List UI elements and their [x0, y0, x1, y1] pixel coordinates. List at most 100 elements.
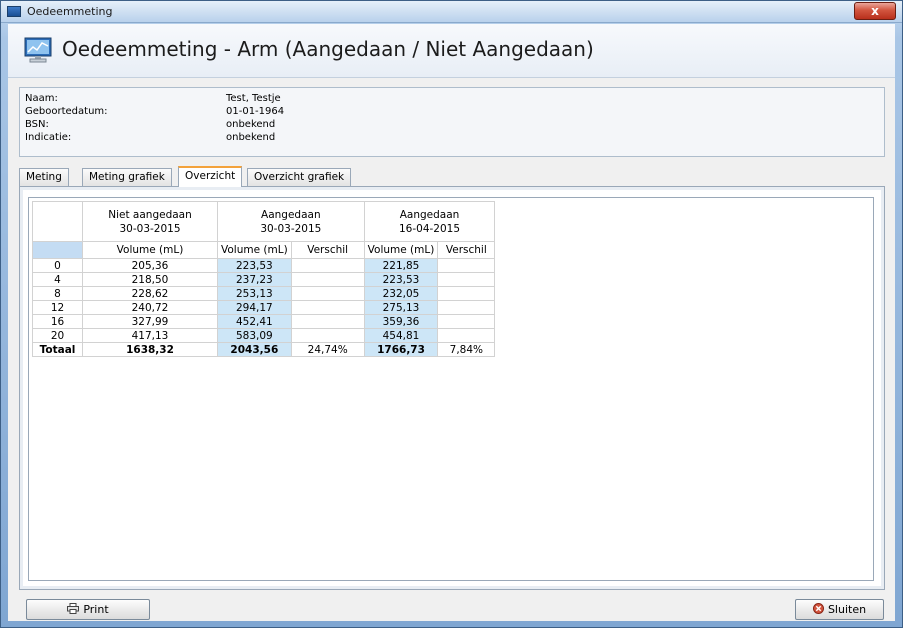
table-cell: 221,85: [363, 258, 439, 273]
table-cell: 359,36: [363, 314, 439, 329]
group-header-aangedaan-1: Aangedaan 30-03-2015: [217, 201, 365, 242]
table-total-row: Totaal 1638,32 2043,56 24,74% 1766,73 7,…: [32, 342, 496, 357]
table-group-header-row: Niet aangedaan 30-03-2015 Aangedaan 30-0…: [32, 201, 496, 242]
window-title: Oedeemmeting: [27, 5, 113, 18]
table-cell: 205,36: [82, 258, 218, 273]
group-header-title: Aangedaan: [399, 208, 460, 221]
tab-panel-overzicht: Niet aangedaan 30-03-2015 Aangedaan 30-0…: [19, 186, 885, 590]
table-row: 0 205,36 223,53 221,85: [32, 258, 496, 273]
dialog-client-area: Oedeemmeting - Arm (Aangedaan / Niet Aan…: [8, 24, 895, 621]
printer-icon: [67, 600, 80, 619]
group-header-date: 30-03-2015: [119, 222, 181, 235]
patient-indication-label: Indicatie:: [25, 132, 72, 143]
tab-control: Meting Meting grafiek Overzicht Overzich…: [19, 166, 885, 590]
overview-grid-container[interactable]: Niet aangedaan 30-03-2015 Aangedaan 30-0…: [28, 197, 874, 581]
table-cell: 583,09: [217, 328, 292, 343]
table-cell: [437, 258, 496, 273]
print-button[interactable]: Print: [26, 599, 150, 620]
close-button-label: Sluiten: [827, 603, 867, 616]
table-cell: 218,50: [82, 272, 218, 287]
table-cell: 454,81: [363, 328, 439, 343]
row-label: 4: [32, 272, 83, 287]
column-header: Verschil: [437, 241, 496, 259]
table-cell: 223,53: [363, 272, 439, 287]
group-header-title: Aangedaan: [261, 208, 321, 221]
table-cell: [290, 300, 365, 315]
print-button-label: Print: [83, 603, 109, 616]
column-header: Volume (mL): [217, 241, 292, 259]
patient-indication-value: onbekend: [226, 132, 276, 143]
monitor-chart-icon: [24, 37, 52, 63]
tab-overzicht-grafiek[interactable]: Overzicht grafiek: [247, 168, 352, 186]
page-title: Oedeemmeting - Arm (Aangedaan / Niet Aan…: [62, 37, 594, 61]
table-row: 12 240,72 294,17 275,13: [32, 300, 496, 315]
total-difference: 7,84%: [437, 342, 496, 357]
tab-overzicht[interactable]: Overzicht: [178, 166, 243, 187]
table-cell: 294,17: [217, 300, 292, 315]
table-cell: 237,23: [217, 272, 292, 287]
table-cell: 228,62: [82, 286, 218, 301]
row-label: 20: [32, 328, 83, 343]
table-cell: [437, 300, 496, 315]
group-header-niet-aangedaan: Niet aangedaan 30-03-2015: [82, 201, 218, 242]
overview-table: Niet aangedaan 30-03-2015 Aangedaan 30-0…: [32, 201, 496, 357]
table-cell: [437, 286, 496, 301]
patient-bsn-value: onbekend: [226, 119, 276, 130]
table-cell: [290, 314, 365, 329]
title-bar[interactable]: Oedeemmeting x: [1, 1, 902, 23]
column-header: Verschil: [290, 241, 365, 259]
table-cell: [290, 328, 365, 343]
table-cell: 275,13: [363, 300, 439, 315]
table-cell: 253,13: [217, 286, 292, 301]
total-difference: 24,74%: [290, 342, 365, 357]
patient-birthdate-label: Geboortedatum:: [25, 106, 108, 117]
row-header-corner: [32, 241, 83, 259]
patient-name-label: Naam:: [25, 93, 58, 104]
column-header: Volume (mL): [82, 241, 218, 259]
total-cell: 1766,73: [363, 342, 439, 357]
table-row: 20 417,13 583,09 454,81: [32, 328, 496, 343]
row-label: 16: [32, 314, 83, 329]
row-label: 12: [32, 300, 83, 315]
group-header-date: 16-04-2015: [398, 222, 461, 235]
total-cell: 2043,56: [217, 342, 292, 357]
patient-name-value: Test, Testje: [226, 93, 281, 104]
table-cell: [437, 314, 496, 329]
table-row: 8 228,62 253,13 232,05: [32, 286, 496, 301]
close-circle-icon: [812, 600, 824, 619]
close-dialog-button[interactable]: Sluiten: [795, 599, 884, 620]
table-row: 16 327,99 452,41 359,36: [32, 314, 496, 329]
table-row: 4 218,50 237,23 223,53: [32, 272, 496, 287]
patient-birthdate-value: 01-01-1964: [226, 106, 285, 117]
table-cell: [290, 272, 365, 287]
group-header-date: 30-03-2015: [260, 222, 322, 235]
table-cell: 452,41: [217, 314, 292, 329]
patient-bsn-label: BSN:: [25, 119, 49, 130]
total-cell: 1638,32: [82, 342, 218, 357]
table-cell: [290, 286, 365, 301]
group-header-aangedaan-2: Aangedaan 16-04-2015: [363, 201, 496, 242]
table-column-header-row: Volume (mL) Volume (mL) Verschil Volume …: [32, 241, 496, 259]
row-label: 0: [32, 258, 83, 273]
table-corner-cell: [32, 201, 83, 242]
bottom-button-bar: Print Sluiten: [8, 597, 895, 621]
column-header: Volume (mL): [363, 241, 439, 259]
table-cell: 232,05: [363, 286, 439, 301]
group-header-title: Niet aangedaan: [108, 208, 192, 221]
table-cell: [437, 272, 496, 287]
patient-info-panel: Naam: Test, Testje Geboortedatum: 01-01-…: [19, 87, 885, 157]
tab-meting[interactable]: Meting: [19, 168, 69, 186]
table-cell: 223,53: [217, 258, 292, 273]
monitor-icon: [7, 6, 21, 17]
table-cell: 240,72: [82, 300, 218, 315]
total-label: Totaal: [32, 342, 83, 357]
dialog-header: Oedeemmeting - Arm (Aangedaan / Niet Aan…: [8, 24, 895, 78]
table-cell: [437, 328, 496, 343]
row-label: 8: [32, 286, 83, 301]
tab-meting-grafiek[interactable]: Meting grafiek: [82, 168, 172, 186]
table-cell: 327,99: [82, 314, 218, 329]
application-window: Oedeemmeting x Oedeemmeting - Arm (Aange…: [0, 0, 903, 628]
table-cell: 417,13: [82, 328, 218, 343]
table-cell: [290, 258, 365, 273]
window-close-button[interactable]: x: [854, 2, 896, 20]
